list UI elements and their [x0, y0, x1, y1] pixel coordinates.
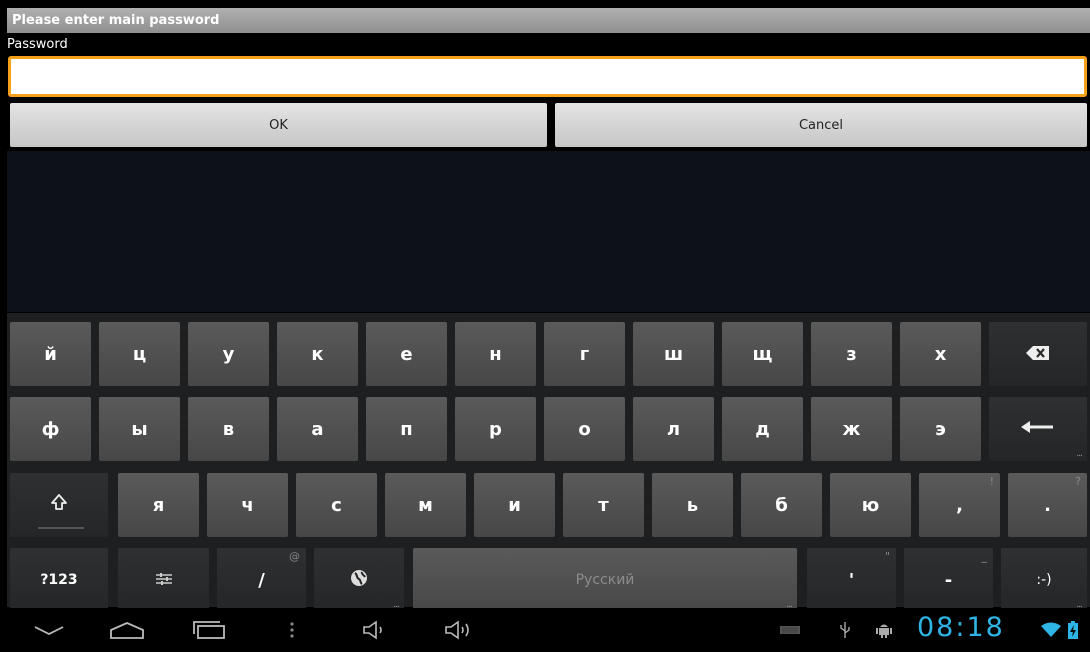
symbols-key[interactable]: ?123 [10, 548, 108, 612]
key-letter[interactable]: р [455, 397, 536, 461]
shift-key[interactable] [10, 473, 108, 537]
slash-key[interactable]: / @ [217, 548, 306, 612]
soft-keyboard: й ц у к е н г ш щ з х ф ы в а п р о л д … [7, 313, 1090, 612]
key-letter[interactable]: з [811, 322, 892, 386]
menu-button[interactable] [282, 618, 302, 642]
cancel-button[interactable]: Cancel [555, 103, 1087, 147]
key-letter[interactable]: ю [830, 473, 911, 537]
globe-icon [350, 569, 368, 592]
key-letter[interactable]: у [188, 322, 269, 386]
volume-down-icon [363, 620, 382, 640]
dash-hint: _ [981, 550, 988, 563]
screen: Please enter main password Password OK C… [7, 8, 1090, 652]
comma-key[interactable]: , ! [919, 473, 1000, 537]
ok-button[interactable]: OK [10, 103, 547, 147]
comma-label: , [956, 494, 963, 516]
apostrophe-key[interactable]: ' " [807, 548, 896, 612]
dialog-body [7, 151, 1090, 312]
key-letter[interactable]: ш [633, 322, 714, 386]
apostrophe-label: ' [848, 569, 855, 591]
key-letter[interactable]: т [563, 473, 644, 537]
space-label: Русский [575, 572, 635, 588]
key-letter[interactable]: ф [10, 397, 91, 461]
key-letter[interactable]: о [544, 397, 625, 461]
key-letter[interactable]: г [544, 322, 625, 386]
key-letter[interactable]: ч [207, 473, 288, 537]
key-letter[interactable]: э [900, 397, 981, 461]
enter-icon [1021, 419, 1055, 440]
key-letter[interactable]: с [296, 473, 377, 537]
key-letter[interactable]: ь [652, 473, 733, 537]
smiley-label: :-) [1036, 572, 1052, 588]
comma-hint: ! [989, 475, 994, 488]
dash-key[interactable]: - _ [904, 548, 993, 612]
key-letter[interactable]: щ [722, 322, 803, 386]
usb-icon [835, 618, 855, 642]
dialog-title: Please enter main password [7, 8, 1090, 33]
settings-sliders-icon [155, 570, 172, 591]
navigation-bar: 08:18 [7, 608, 1090, 652]
period-hint: ? [1075, 475, 1081, 488]
backspace-icon [1026, 344, 1050, 365]
home-icon [110, 622, 144, 639]
password-label: Password [7, 37, 68, 52]
more-dots-icon: ... [1076, 449, 1083, 459]
period-key[interactable]: . ? [1008, 473, 1087, 537]
recent-apps-button[interactable] [187, 618, 231, 642]
shift-icon [50, 493, 68, 518]
language-key[interactable]: ... [314, 548, 404, 612]
volume-up-button[interactable] [440, 618, 480, 642]
home-button[interactable] [105, 618, 149, 642]
key-letter[interactable]: ж [811, 397, 892, 461]
key-letter[interactable]: ц [99, 322, 180, 386]
slash-hint: @ [289, 550, 300, 563]
key-letter[interactable]: х [900, 322, 981, 386]
slash-label: / [258, 569, 265, 591]
key-letter[interactable]: д [722, 397, 803, 461]
key-letter[interactable]: к [277, 322, 358, 386]
keyboard-status-icon [777, 618, 803, 642]
dash-label: - [944, 569, 953, 591]
recent-apps-icon [193, 621, 225, 639]
space-key[interactable]: Русский ... [413, 548, 797, 612]
android-debug-icon [873, 618, 895, 642]
key-letter[interactable]: в [188, 397, 269, 461]
period-label: . [1044, 494, 1051, 516]
hide-keyboard-button[interactable] [29, 618, 69, 642]
battery-icon [1065, 618, 1081, 642]
key-letter[interactable]: е [366, 322, 447, 386]
enter-key[interactable]: ... [989, 397, 1087, 461]
apostrophe-hint: " [884, 550, 890, 563]
settings-key[interactable] [118, 548, 209, 612]
wifi-icon [1040, 618, 1062, 642]
volume-down-button[interactable] [359, 618, 393, 642]
key-letter[interactable]: и [474, 473, 555, 537]
key-letter[interactable]: б [741, 473, 822, 537]
menu-dots-icon [290, 622, 294, 638]
smiley-key[interactable]: :-) ... [1001, 548, 1087, 612]
shift-indicator [38, 527, 84, 529]
key-letter[interactable]: я [118, 473, 199, 537]
key-letter[interactable]: й [10, 322, 91, 386]
key-letter[interactable]: а [277, 397, 358, 461]
key-letter[interactable]: ы [99, 397, 180, 461]
key-letter[interactable]: л [633, 397, 714, 461]
key-letter[interactable]: п [366, 397, 447, 461]
clock: 08:18 [917, 612, 1005, 643]
key-letter[interactable]: м [385, 473, 466, 537]
backspace-key[interactable] [989, 322, 1087, 386]
password-input[interactable] [8, 56, 1087, 97]
chevron-down-icon [34, 626, 64, 636]
key-letter[interactable]: н [455, 322, 536, 386]
volume-up-icon [445, 620, 469, 640]
